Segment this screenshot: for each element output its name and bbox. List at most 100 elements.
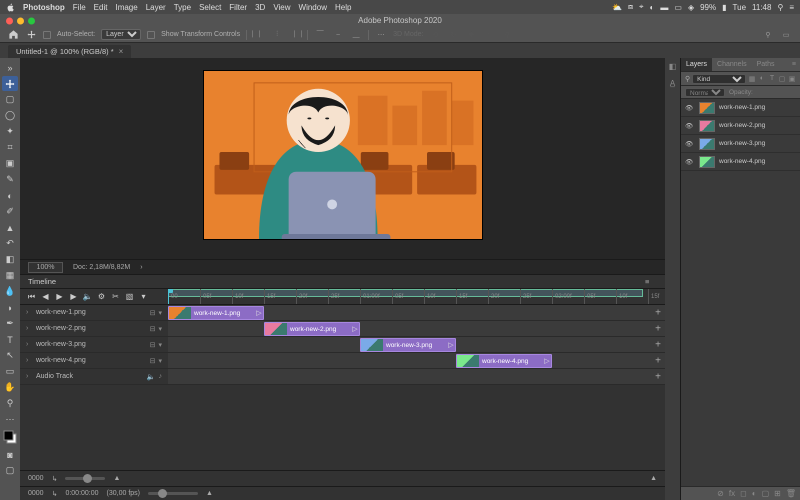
paths-tab[interactable]: Paths — [752, 58, 780, 71]
align-middle-icon[interactable]: ⎯ — [332, 29, 344, 41]
menu-image[interactable]: Image — [115, 3, 137, 12]
menu-type[interactable]: Type — [174, 3, 191, 12]
doc-info-chevron-icon[interactable]: › — [140, 264, 142, 271]
add-audio-button[interactable]: + — [655, 371, 661, 382]
render-button[interactable]: ↳ — [52, 475, 58, 483]
zoom-slider-bottom[interactable] — [148, 492, 198, 495]
clip-menu-icon[interactable]: ▷ — [351, 325, 359, 333]
add-media-button[interactable]: + — [655, 355, 661, 366]
menu-view[interactable]: View — [273, 3, 290, 12]
add-media-button[interactable]: + — [655, 307, 661, 318]
color-swatch[interactable] — [2, 428, 18, 446]
new-group-icon[interactable]: ▢ — [762, 489, 770, 498]
zoom-input[interactable]: 100% — [28, 262, 63, 273]
collapse-tools-icon[interactable]: » — [2, 60, 18, 75]
layer-filter-kind[interactable]: Kind — [692, 74, 746, 84]
track-fx-icon[interactable]: ⊟ — [150, 357, 156, 365]
wifi-icon[interactable]: ◈ — [688, 3, 694, 12]
document-tab[interactable]: Untitled-1 @ 100% (RGB/8) * × — [8, 45, 131, 58]
menu-window[interactable]: Window — [299, 3, 327, 12]
path-tool[interactable]: ↖ — [2, 348, 18, 363]
layer-visibility-icon[interactable]: 👁 — [685, 140, 695, 148]
track-menu-icon[interactable]: ▾ — [158, 309, 162, 317]
layer-visibility-icon[interactable]: 👁 — [685, 158, 695, 166]
eyedropper-tool[interactable]: ✎ — [2, 172, 18, 187]
chevron-right-icon[interactable]: › — [26, 309, 32, 316]
delete-layer-icon[interactable]: 🗑 — [786, 489, 796, 498]
filter-smart-icon[interactable]: ▣ — [788, 75, 796, 83]
track-fx-icon[interactable]: ⊟ — [150, 325, 156, 333]
distribute-icon[interactable]: ⋯ — [375, 29, 387, 41]
layer-visibility-icon[interactable]: 👁 — [685, 122, 695, 130]
menu-filter[interactable]: Filter — [229, 3, 247, 12]
video-clip[interactable]: work-new-3.png▷ — [360, 338, 456, 352]
next-frame-button[interactable]: ▶ — [68, 291, 79, 302]
layer-thumbnail[interactable] — [699, 120, 715, 132]
apple-menu-icon[interactable] — [6, 3, 15, 12]
flag-icon[interactable]: ▬ — [660, 3, 668, 12]
menu-3d[interactable]: 3D — [255, 3, 265, 12]
layer-item[interactable]: 👁work-new-2.png — [681, 117, 800, 135]
magic-wand-tool[interactable]: ✦ — [2, 124, 18, 139]
track-fx-icon[interactable]: ⊟ — [150, 341, 156, 349]
zoom-tool[interactable]: ⚲ — [2, 396, 18, 411]
menu-edit[interactable]: Edit — [94, 3, 108, 12]
track-lane[interactable]: work-new-3.png▷+ — [168, 337, 665, 352]
menu-help[interactable]: Help — [335, 3, 351, 12]
track-label[interactable]: ›work-new-3.png⊟▾ — [20, 337, 168, 352]
filter-shape-icon[interactable]: ▢ — [778, 75, 786, 83]
audio-lane[interactable]: + — [168, 369, 665, 384]
auto-select-checkbox[interactable] — [43, 31, 51, 39]
clip-menu-icon[interactable]: ▷ — [255, 309, 263, 317]
hand-tool[interactable]: ✋ — [2, 380, 18, 395]
audio-track-label[interactable]: ›Audio Track🔈♪ — [20, 369, 168, 384]
render-button-bottom[interactable]: ↳ — [52, 490, 58, 498]
prev-frame-button[interactable]: ◀ — [40, 291, 51, 302]
audio-menu-icon[interactable]: ♪ — [159, 373, 163, 380]
menu-select[interactable]: Select — [199, 3, 221, 12]
edit-toolbar[interactable]: ⋯ — [2, 412, 18, 427]
dodge-tool[interactable]: ◗ — [2, 300, 18, 315]
move-tool[interactable] — [2, 76, 18, 91]
track-menu-icon[interactable]: ▾ — [158, 357, 162, 365]
spotlight-icon[interactable]: ⚲ — [777, 3, 783, 12]
clip-menu-icon[interactable]: ▷ — [543, 357, 551, 365]
go-to-first-frame-button[interactable]: ⏮ — [26, 291, 37, 302]
clone-stamp-tool[interactable]: ▲ — [2, 220, 18, 235]
workspace-icon[interactable]: ▭ — [780, 29, 792, 41]
layer-mask-icon[interactable]: ◻ — [740, 489, 747, 498]
layer-thumbnail[interactable] — [699, 138, 715, 150]
color-panel-icon[interactable]: ◧ — [669, 62, 677, 71]
cloud-icon[interactable]: ⛅ — [612, 3, 622, 12]
crop-tool[interactable]: ⌗ — [2, 140, 18, 155]
document-canvas[interactable] — [203, 70, 483, 240]
track-lane[interactable]: work-new-1.png▷+ — [168, 305, 665, 320]
dropbox-icon[interactable]: ⧈ — [628, 2, 633, 12]
show-transform-checkbox[interactable] — [147, 31, 155, 39]
align-left-icon[interactable]: ⎸⎸ — [253, 29, 265, 41]
char-panel-icon[interactable]: A̲ — [670, 79, 675, 88]
video-clip[interactable]: work-new-4.png▷ — [456, 354, 552, 368]
timeline-options-icon[interactable]: ⚙ — [96, 291, 107, 302]
pen-tool[interactable]: ✒ — [2, 316, 18, 331]
battery-icon[interactable]: ▮ — [722, 3, 726, 12]
healing-brush-tool[interactable]: ◐ — [2, 188, 18, 203]
minimize-window-button[interactable] — [17, 17, 24, 24]
filter-pixel-icon[interactable]: ▦ — [748, 75, 756, 83]
timeline-menu-icon[interactable]: ≡ — [645, 277, 657, 286]
track-lane[interactable]: work-new-2.png▷+ — [168, 321, 665, 336]
track-label[interactable]: ›work-new-2.png⊟▾ — [20, 321, 168, 336]
chevron-right-icon[interactable]: › — [26, 373, 32, 380]
align-center-h-icon[interactable]: ⫶ — [271, 29, 283, 41]
close-window-button[interactable] — [6, 17, 13, 24]
clip-menu-icon[interactable]: ▷ — [447, 341, 455, 349]
audio-mute-icon[interactable]: 🔈 — [147, 373, 156, 381]
search-icon[interactable]: ⚲ — [762, 29, 774, 41]
blend-mode-dropdown[interactable]: Normal — [685, 88, 725, 97]
timeline-zoom-slider[interactable] — [65, 477, 105, 480]
align-right-icon[interactable]: ⎹⎹ — [289, 29, 301, 41]
gradient-tool[interactable]: ▦ — [2, 268, 18, 283]
history-brush-tool[interactable]: ↶ — [2, 236, 18, 251]
add-media-button[interactable]: + — [655, 323, 661, 334]
layer-thumbnail[interactable] — [699, 102, 715, 114]
